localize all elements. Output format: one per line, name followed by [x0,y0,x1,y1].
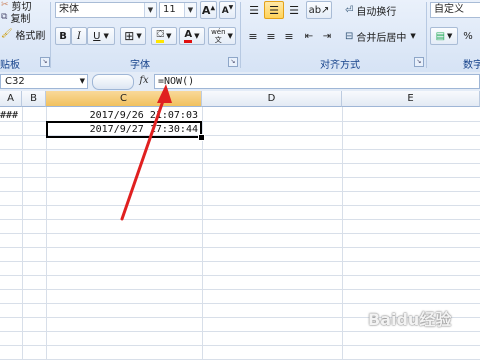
watermark-logo: Baidu经验 [368,310,452,329]
arrow-head [157,84,172,103]
arrow-shaft [120,96,166,221]
